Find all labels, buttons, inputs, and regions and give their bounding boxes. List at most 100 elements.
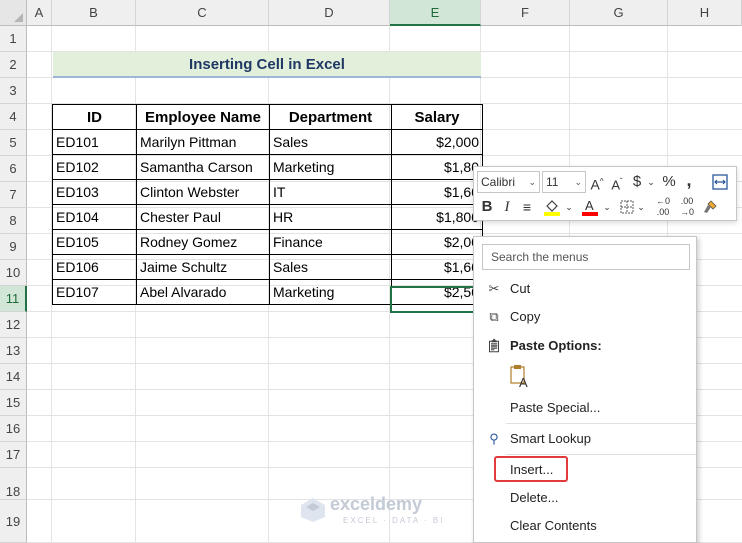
table-cell[interactable]: ED105 — [52, 229, 137, 255]
table-cell[interactable]: Samantha Carson — [136, 154, 270, 180]
format-painter-button[interactable] — [700, 196, 720, 218]
fill-color-button[interactable] — [542, 196, 562, 218]
font-color-button[interactable]: A — [580, 196, 600, 218]
borders-button[interactable] — [618, 196, 636, 218]
chevron-down-icon[interactable]: ⌄ — [636, 196, 646, 218]
table-cell[interactable]: $1,60 — [391, 254, 483, 280]
select-all-corner[interactable] — [0, 0, 27, 26]
table-cell[interactable]: ED101 — [52, 129, 137, 155]
table-cell[interactable]: Marketing — [269, 154, 392, 180]
comma-style-button[interactable]: , — [682, 169, 696, 191]
table-cell[interactable]: $1,80 — [391, 154, 483, 180]
table-cell[interactable]: Clinton Webster — [136, 179, 270, 205]
row-header-6[interactable]: 6 — [0, 156, 27, 182]
column-header-e[interactable]: E — [390, 0, 481, 26]
table-cell[interactable]: ED102 — [52, 154, 137, 180]
watermark-name: exceldemy — [330, 494, 423, 514]
header-id[interactable]: ID — [52, 104, 137, 130]
header-salary[interactable]: Salary — [391, 104, 483, 130]
chevron-down-icon: ⌄ — [528, 177, 536, 187]
table-cell[interactable]: Finance — [269, 229, 392, 255]
increase-decimal-button[interactable]: ←0.00 — [652, 196, 674, 218]
table-cell[interactable]: ED104 — [52, 204, 137, 230]
search-icon: ⚲ — [489, 431, 499, 446]
row-header-5[interactable]: 5 — [0, 130, 27, 156]
row-header-13[interactable]: 13 — [0, 338, 27, 364]
menu-separator — [506, 454, 696, 455]
paste-options-heading: 📋︎ Paste Options: — [474, 333, 696, 359]
table-row: ED102 Samantha Carson Marketing $1,80 — [52, 154, 483, 180]
row-header-4[interactable]: 4 — [0, 104, 27, 130]
column-header-c[interactable]: C — [136, 0, 269, 26]
scissors-icon: ✂ — [488, 281, 500, 296]
decrease-decimal-button[interactable]: .00 →0 — [676, 196, 698, 218]
table-cell[interactable]: Marilyn Pittman — [136, 129, 270, 155]
column-header-g[interactable]: G — [570, 0, 668, 26]
table-cell[interactable]: $1,60 — [391, 179, 483, 205]
column-header-d[interactable]: D — [269, 0, 390, 26]
table-cell[interactable]: Rodney Gomez — [136, 229, 270, 255]
column-header-h[interactable]: H — [668, 0, 742, 26]
table-cell[interactable]: ED103 — [52, 179, 137, 205]
row-header-7[interactable]: 7 — [0, 182, 27, 208]
column-header-f[interactable]: F — [481, 0, 570, 26]
column-header-a[interactable]: A — [27, 0, 52, 26]
table-cell[interactable]: Sales — [269, 254, 392, 280]
decrease-font-size-button[interactable]: Aˇ — [608, 171, 626, 193]
bold-button[interactable]: B — [479, 196, 495, 218]
row-header-2[interactable]: 2 — [0, 52, 27, 78]
row-header-14[interactable]: 14 — [0, 364, 27, 390]
row-header-12[interactable]: 12 — [0, 312, 27, 338]
table-cell[interactable]: Marketing — [269, 279, 392, 305]
row-header-16[interactable]: 16 — [0, 416, 27, 442]
table-cell[interactable]: Jaime Schultz — [136, 254, 270, 280]
row-header-1[interactable]: 1 — [0, 26, 27, 52]
font-size-box[interactable]: 11 ⌄ — [542, 171, 586, 193]
currency-format-button[interactable]: $ — [630, 171, 644, 193]
row-header-19[interactable]: 19 — [0, 500, 27, 543]
chevron-down-icon[interactable]: ⌄ — [646, 171, 656, 193]
table-cell[interactable]: ED107 — [52, 279, 137, 305]
row-header-9[interactable]: 9 — [0, 234, 27, 260]
menu-item-smart-lookup[interactable]: ⚲ Smart Lookup — [474, 426, 696, 452]
header-employee-name[interactable]: Employee Name — [136, 104, 270, 130]
row-header-3[interactable]: 3 — [0, 78, 27, 104]
font-name-box[interactable]: Calibri ⌄ — [477, 171, 540, 193]
chevron-down-icon[interactable]: ⌄ — [564, 196, 574, 218]
sheet-title-cell[interactable]: Inserting Cell in Excel — [53, 52, 481, 78]
table-cell[interactable]: ED106 — [52, 254, 137, 280]
table-cell[interactable]: Sales — [269, 129, 392, 155]
menu-item-clear-contents[interactable]: Clear Contents — [474, 513, 696, 539]
table-cell[interactable]: IT — [269, 179, 392, 205]
header-department[interactable]: Department — [269, 104, 392, 130]
row-header-10[interactable]: 10 — [0, 260, 27, 286]
table-cell[interactable]: Chester Paul — [136, 204, 270, 230]
table-cell[interactable]: $2,00 — [391, 229, 483, 255]
align-center-icon[interactable]: ≡ — [519, 196, 535, 218]
table-cell[interactable]: $1,800 — [391, 204, 483, 230]
menu-item-copy[interactable]: ⧉ Copy — [474, 304, 696, 330]
increase-font-size-button[interactable]: A^ — [588, 171, 606, 193]
table-header-row: ID Employee Name Department Salary — [52, 104, 483, 130]
search-menus-input[interactable]: Search the menus — [482, 244, 690, 270]
column-header-b[interactable]: B — [52, 0, 136, 26]
table-cell[interactable]: Abel Alvarado — [136, 279, 270, 305]
table-cell[interactable]: $2,000 — [391, 129, 483, 155]
italic-button[interactable]: I — [499, 196, 515, 218]
row-header-17[interactable]: 17 — [0, 442, 27, 468]
paint-bucket-icon — [544, 200, 560, 216]
merge-center-button[interactable] — [710, 171, 730, 193]
menu-item-cut[interactable]: ✂ Cut — [474, 276, 696, 302]
table-cell[interactable]: HR — [269, 204, 392, 230]
row-header-15[interactable]: 15 — [0, 390, 27, 416]
paste-keep-text-button[interactable]: A — [508, 363, 538, 393]
row-header-8[interactable]: 8 — [0, 208, 27, 234]
chevron-down-icon[interactable]: ⌄ — [602, 196, 612, 218]
menu-item-delete[interactable]: Delete... — [474, 485, 696, 511]
active-cell-selection — [390, 286, 481, 313]
row-header-11[interactable]: 11 — [0, 286, 27, 312]
row-header-18[interactable]: 18 — [0, 468, 27, 500]
exceldemy-logo-icon — [301, 498, 325, 522]
percent-style-button[interactable]: % — [660, 171, 678, 193]
menu-item-paste-special[interactable]: Paste Special... — [474, 395, 696, 421]
